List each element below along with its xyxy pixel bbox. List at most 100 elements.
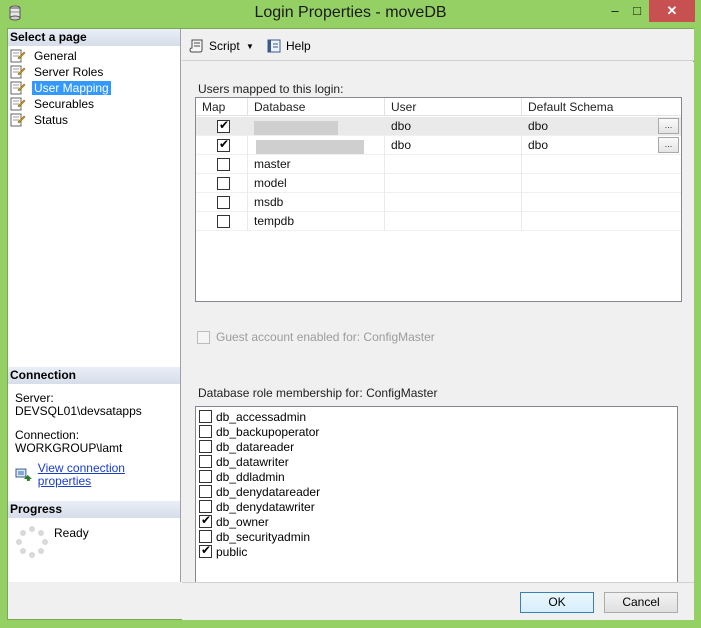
mapping-row[interactable]: master bbox=[196, 155, 681, 174]
help-button[interactable]: Help bbox=[266, 37, 311, 55]
progress-spinner-icon bbox=[16, 526, 48, 558]
grid-header: Map Database User Default Schema bbox=[196, 98, 681, 116]
cancel-button[interactable]: Cancel bbox=[604, 592, 678, 613]
mapping-row[interactable]: ✔ dbo dbo... bbox=[196, 136, 681, 155]
page-list: General Server Roles User Mapping Securable… bbox=[10, 48, 178, 128]
left-pane: Select a page General Server Roles User Ma… bbox=[8, 29, 181, 582]
page-wrench-icon bbox=[10, 97, 26, 111]
map-cell: ✔ bbox=[196, 117, 248, 136]
page-item-label: General bbox=[34, 49, 77, 63]
page-item-label: Status bbox=[34, 113, 69, 127]
guest-account-label: Guest account enabled for: ConfigMaster bbox=[216, 330, 435, 344]
role-name: db_backupoperator bbox=[216, 424, 320, 439]
user-cell[interactable] bbox=[385, 155, 522, 174]
role-checkbox[interactable] bbox=[199, 500, 212, 513]
page-item-label: User Mapping bbox=[32, 81, 111, 95]
database-cell[interactable] bbox=[248, 136, 385, 155]
column-header-user[interactable]: User bbox=[385, 98, 522, 116]
default-schema-cell[interactable] bbox=[522, 155, 681, 174]
connection-value: WORKGROUP\lamt bbox=[15, 441, 123, 455]
role-checkbox[interactable] bbox=[199, 530, 212, 543]
redacted-database-name bbox=[254, 121, 338, 135]
title-bar[interactable]: Login Properties - moveDB ‒ □ ✕ bbox=[0, 0, 701, 28]
mapping-row[interactable]: model bbox=[196, 174, 681, 193]
database-cell[interactable]: msdb bbox=[248, 193, 385, 212]
default-schema-cell[interactable] bbox=[522, 174, 681, 193]
role-item[interactable]: ✔ public bbox=[199, 543, 247, 559]
role-name: db_denydatawriter bbox=[216, 499, 315, 514]
role-checkbox[interactable] bbox=[199, 425, 212, 438]
close-button[interactable]: ✕ bbox=[649, 0, 695, 22]
role-item[interactable]: db_ddladmin bbox=[199, 469, 285, 484]
page-wrench-icon bbox=[10, 49, 26, 63]
map-checkbox[interactable] bbox=[217, 177, 230, 190]
page-wrench-icon bbox=[10, 65, 26, 79]
column-header-database[interactable]: Database bbox=[248, 98, 385, 116]
column-header-map[interactable]: Map bbox=[196, 98, 248, 116]
role-item[interactable]: db_denydatawriter bbox=[199, 499, 315, 514]
database-cell[interactable]: tempdb bbox=[248, 212, 385, 231]
map-checkbox[interactable] bbox=[217, 158, 230, 171]
map-cell bbox=[196, 174, 248, 193]
checkmark-icon: ✔ bbox=[218, 137, 230, 151]
minimize-button[interactable]: ‒ bbox=[602, 0, 628, 22]
map-checkbox[interactable]: ✔ bbox=[217, 118, 230, 133]
connection-header: Connection bbox=[8, 367, 180, 384]
map-checkbox[interactable] bbox=[217, 196, 230, 209]
browse-schema-button[interactable]: ... bbox=[658, 137, 679, 153]
column-header-default-schema[interactable]: Default Schema bbox=[522, 98, 681, 116]
mapping-row[interactable]: ✔ dbo dbo... bbox=[196, 117, 681, 136]
role-item[interactable]: db_denydatareader bbox=[199, 484, 320, 499]
role-checkbox[interactable] bbox=[199, 485, 212, 498]
role-checkbox[interactable]: ✔ bbox=[199, 543, 212, 558]
page-item-general[interactable]: General bbox=[10, 48, 178, 64]
role-name: db_denydatareader bbox=[216, 484, 321, 499]
script-dropdown-arrow[interactable]: ▼ bbox=[246, 37, 254, 55]
database-cell[interactable]: model bbox=[248, 174, 385, 193]
page-item-status[interactable]: Status bbox=[10, 112, 178, 128]
view-connection-link-text[interactable]: View connection properties bbox=[38, 462, 180, 488]
role-item[interactable]: db_accessadmin bbox=[199, 409, 306, 424]
role-checkbox[interactable] bbox=[199, 440, 212, 453]
database-cell[interactable]: master bbox=[248, 155, 385, 174]
view-connection-properties-link[interactable]: View connection properties bbox=[15, 462, 180, 488]
dialog-client-area: Select a page General Server Roles User Ma… bbox=[7, 28, 694, 620]
role-checkbox[interactable] bbox=[199, 470, 212, 483]
user-cell[interactable]: dbo bbox=[385, 117, 522, 136]
role-checkbox[interactable]: ✔ bbox=[199, 513, 212, 528]
script-button[interactable]: Script bbox=[189, 37, 240, 55]
user-mapping-content: Users mapped to this login: Map Database… bbox=[182, 62, 694, 600]
map-checkbox[interactable] bbox=[217, 215, 230, 228]
maximize-button[interactable]: □ bbox=[626, 0, 648, 22]
map-cell bbox=[196, 212, 248, 231]
browse-schema-button[interactable]: ... bbox=[658, 118, 679, 134]
page-item-user-mapping[interactable]: User Mapping bbox=[10, 80, 178, 96]
map-checkbox[interactable]: ✔ bbox=[217, 137, 230, 152]
page-item-server-roles[interactable]: Server Roles bbox=[10, 64, 178, 80]
map-cell bbox=[196, 155, 248, 174]
mapping-row[interactable]: tempdb bbox=[196, 212, 681, 231]
user-cell[interactable] bbox=[385, 174, 522, 193]
role-item[interactable]: ✔ db_owner bbox=[199, 513, 269, 529]
page-item-securables[interactable]: Securables bbox=[10, 96, 178, 112]
mapping-row[interactable]: msdb bbox=[196, 193, 681, 212]
ok-button[interactable]: OK bbox=[520, 592, 594, 613]
database-cell[interactable] bbox=[248, 117, 385, 136]
role-checkbox[interactable] bbox=[199, 455, 212, 468]
database-name: tempdb bbox=[254, 214, 295, 228]
default-schema-cell[interactable] bbox=[522, 193, 681, 212]
role-item[interactable]: db_backupoperator bbox=[199, 424, 319, 439]
role-checkbox[interactable] bbox=[199, 410, 212, 423]
user-cell[interactable]: dbo bbox=[385, 136, 522, 155]
database-name: master bbox=[254, 157, 291, 171]
page-item-label: Securables bbox=[34, 97, 95, 111]
default-schema-cell[interactable] bbox=[522, 212, 681, 231]
role-item[interactable]: db_securityadmin bbox=[199, 529, 310, 544]
select-page-header: Select a page bbox=[8, 29, 180, 46]
user-cell[interactable] bbox=[385, 212, 522, 231]
checkmark-icon: ✔ bbox=[200, 543, 212, 557]
role-item[interactable]: db_datareader bbox=[199, 439, 294, 454]
user-cell[interactable] bbox=[385, 193, 522, 212]
script-icon bbox=[189, 39, 203, 53]
role-item[interactable]: db_datawriter bbox=[199, 454, 289, 469]
